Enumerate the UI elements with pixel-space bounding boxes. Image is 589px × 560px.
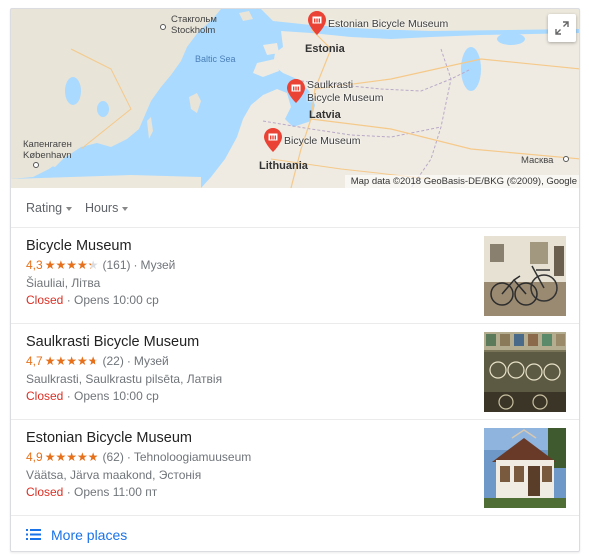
pin-label-estonian[interactable]: Estonian Bicycle Museum [328, 18, 448, 30]
hours-filter-label: Hours [85, 201, 119, 215]
museum-pin-icon[interactable] [308, 11, 326, 35]
place-name[interactable]: Saulkrasti Bicycle Museum [26, 334, 199, 350]
chevron-down-icon [122, 206, 129, 211]
place-category: Музей [133, 354, 169, 368]
rating-filter-dropdown[interactable]: Rating [26, 201, 73, 215]
place-hours: Closed · Opens 11:00 пт [26, 485, 157, 499]
separator: · [126, 354, 131, 368]
place-name[interactable]: Estonian Bicycle Museum [26, 430, 192, 446]
pin-label-saulkrasti-1[interactable]: Saulkrasti [307, 79, 353, 91]
rating-filter-label: Rating [26, 201, 63, 215]
pin-label-bicycle[interactable]: Bicycle Museum [284, 135, 360, 147]
separator: · [66, 389, 75, 403]
status-closed: Closed [26, 293, 64, 307]
place-name[interactable]: Bicycle Museum [26, 238, 132, 254]
place-result[interactable]: Estonian Bicycle Museum 4,9 ★★★★★ ★★★★★ (… [11, 420, 579, 516]
review-count[interactable]: (22) [102, 354, 123, 368]
more-places-link[interactable]: More places [11, 516, 579, 551]
fullscreen-expand-button[interactable] [548, 14, 576, 42]
place-photo[interactable] [484, 332, 566, 412]
opens-time: Opens 11:00 пт [74, 485, 158, 499]
separator: · [126, 450, 131, 464]
stockholm-dot [160, 24, 166, 30]
status-closed: Closed [26, 389, 64, 403]
fullscreen-expand-icon [555, 21, 569, 35]
latvia-label: Latvia [309, 109, 341, 121]
star-rating-icon: ★★★★★★★★★★ [44, 258, 99, 272]
place-result[interactable]: Bicycle Museum 4,3 ★★★★★★★★★★ (161) · Му… [11, 228, 579, 324]
star-rating-icon: ★★★★★★★★★★ [44, 450, 99, 464]
rating-score: 4,7 [26, 354, 43, 368]
review-count[interactable]: (62) [102, 450, 123, 464]
separator: · [66, 293, 75, 307]
rating-score: 4,9 [26, 450, 43, 464]
place-result[interactable]: Saulkrasti Bicycle Museum 4,7 ★★★★★ ★★★★★… [11, 324, 579, 420]
map[interactable]: Стакгольм Stockholm Baltic Sea Estonia L… [11, 9, 579, 188]
copenhagen-label: København [23, 150, 72, 161]
place-address: Šiauliai, Літва [26, 276, 101, 290]
stockholm-ru-label: Стакгольм [171, 14, 217, 25]
pin-label-saulkrasti-2[interactable]: Bicycle Museum [307, 92, 383, 104]
place-category: Музей [140, 258, 176, 272]
hours-filter-dropdown[interactable]: Hours [85, 201, 129, 215]
moscow-dot [563, 156, 569, 162]
place-category: Tehnoloogiamuuseum [133, 450, 252, 464]
place-address: Väätsa, Järva maakond, Эстонія [26, 468, 202, 482]
opens-time: Opens 10:00 ср [74, 389, 159, 403]
local-results-card: Стакгольм Stockholm Baltic Sea Estonia L… [10, 8, 580, 552]
place-address: Saulkrasti, Saulkrastu pilsēta, Латвія [26, 372, 223, 386]
place-photo[interactable] [484, 236, 566, 316]
place-rating: 4,9 ★★★★★ ★★★★★ (62) · Tehnoloogiamuuseum [26, 450, 251, 464]
filter-bar: Rating Hours [11, 188, 579, 228]
museum-pin-icon[interactable] [287, 79, 305, 103]
place-hours: Closed · Opens 10:00 ср [26, 293, 159, 307]
lithuania-label: Lithuania [259, 160, 308, 172]
stockholm-label: Stockholm [171, 25, 216, 36]
place-photo[interactable] [484, 428, 566, 508]
place-rating: 4,3 ★★★★★★★★★★ (161) · Музей [26, 258, 175, 272]
more-places-label[interactable]: More places [51, 527, 127, 543]
chevron-down-icon [66, 206, 73, 211]
copenhagen-dot [33, 162, 39, 168]
separator: · [133, 258, 138, 272]
list-icon [26, 529, 41, 540]
museum-pin-icon[interactable] [264, 128, 282, 152]
baltic-sea-label: Baltic Sea [195, 54, 236, 64]
rating-score: 4,3 [26, 258, 43, 272]
moscow-label: Масква [521, 155, 554, 166]
star-rating-icon: ★★★★★★★★★★ [44, 354, 99, 368]
separator: · [66, 485, 75, 499]
status-closed: Closed [26, 485, 64, 499]
review-count[interactable]: (161) [102, 258, 130, 272]
copenhagen-ru-label: Капенгаген [23, 139, 72, 150]
place-hours: Closed · Opens 10:00 ср [26, 389, 159, 403]
estonia-label: Estonia [305, 43, 345, 55]
place-rating: 4,7 ★★★★★ ★★★★★ (22) · Музей [26, 354, 169, 368]
opens-time: Opens 10:00 ср [74, 293, 159, 307]
map-attribution[interactable]: Map data ©2018 GeoBasis-DE/BKG (©2009), … [344, 175, 579, 188]
